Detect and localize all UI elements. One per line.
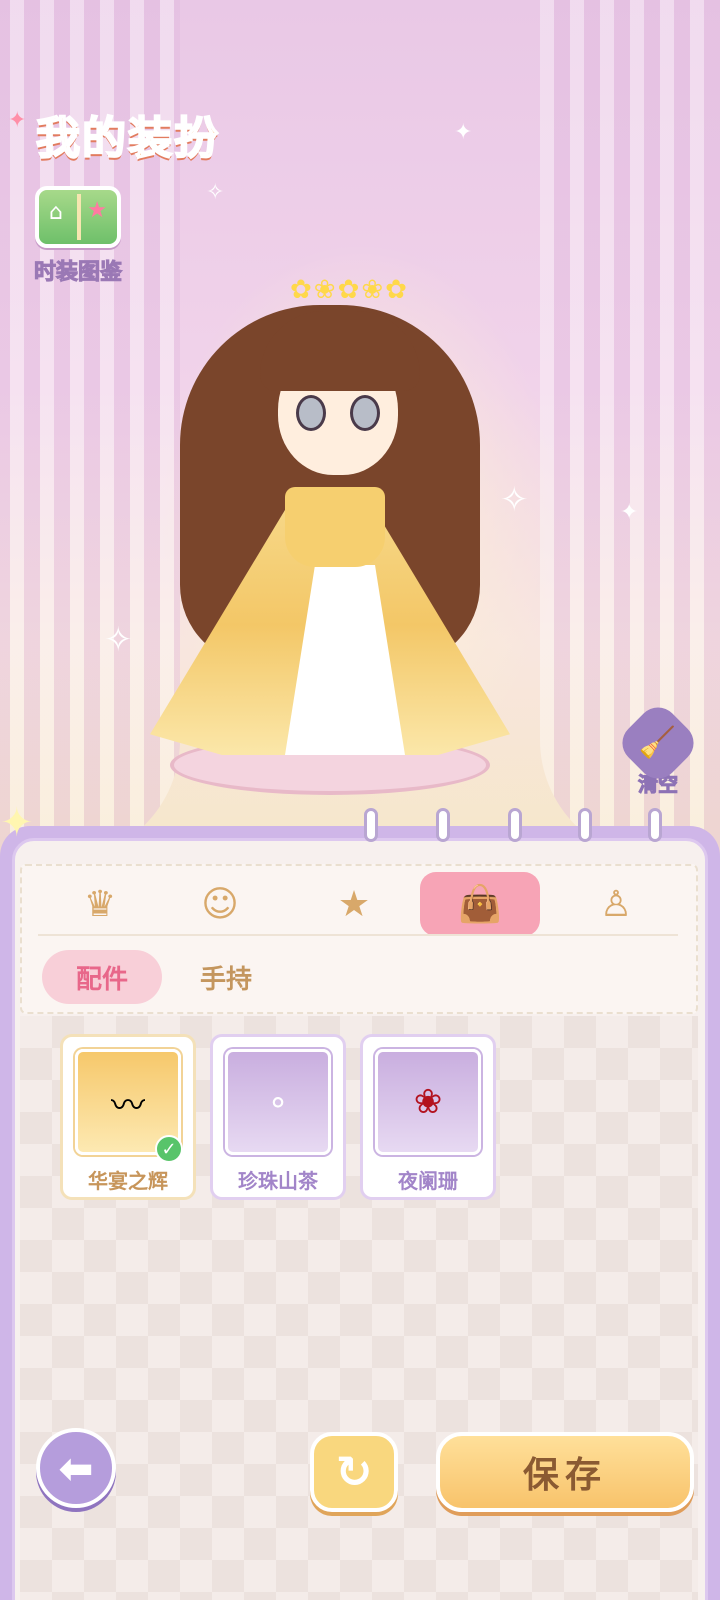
item-glyph: ❀ (413, 1082, 443, 1122)
item-glyph: 〰 (111, 1085, 145, 1126)
page-title: 我的装扮 (35, 112, 220, 165)
face-icon: ☺ (201, 883, 239, 925)
item-card[interactable]: 〰 ✓ 华宴之辉 (60, 1034, 196, 1200)
binder-ring (436, 808, 450, 842)
check-icon: ✓ (155, 1135, 183, 1163)
binder-ring (364, 808, 378, 842)
refresh-button[interactable]: ↻ (310, 1432, 398, 1512)
item-label: 珍珠山茶 (238, 1169, 318, 1193)
refresh-icon: ↻ (335, 1446, 373, 1498)
sparkle-icon: ✦ (620, 500, 639, 525)
binder-ring (648, 808, 662, 842)
subtab-handheld[interactable]: 手持 (166, 950, 286, 1004)
subtab-accessories[interactable]: 配件 (42, 950, 162, 1004)
sparkle-icon: ✦ (8, 108, 27, 133)
tab-accessory[interactable]: 👜 (420, 872, 540, 936)
dressing-stage: ✦ ✦ ✧ ✧ ✧ ✦ 我的装扮 ⌂ ★ 时装图鉴 ✿❀✿❀✿ 🧹 清空 (0, 0, 720, 860)
pearl-necklace-icon: ∘ (225, 1049, 331, 1155)
item-label: 华宴之辉 (88, 1169, 168, 1193)
item-label: 夜阑珊 (398, 1169, 458, 1193)
sparkle-icon: ✧ (206, 180, 225, 205)
avatar-eye (296, 395, 326, 431)
rose-necklace-icon: ❀ (375, 1049, 481, 1155)
handbag-icon: 👜 (457, 884, 503, 925)
tshirt-star-icon: ★ (337, 883, 371, 925)
tab-divider (38, 934, 678, 936)
item-card[interactable]: ❀ 夜阑珊 (360, 1034, 496, 1200)
avatar-character: ✿❀✿❀✿ (110, 265, 550, 805)
fashion-catalog-book-icon: ⌂ ★ (35, 186, 121, 248)
tab-face[interactable]: ☺ (160, 872, 280, 936)
avatar-bodice (285, 487, 385, 567)
dress-icon: ♙ (599, 883, 633, 925)
tab-dress[interactable]: ♙ (556, 872, 676, 936)
sparkle-icon: ✦ (0, 800, 34, 846)
binder-ring (578, 808, 592, 842)
sparkle-icon: ✦ (454, 120, 473, 145)
arrow-left-icon: ⬅ (58, 1443, 94, 1493)
tab-top[interactable]: ★ (294, 872, 414, 936)
avatar-eye (350, 395, 380, 431)
save-button[interactable]: 保存 (436, 1432, 694, 1512)
tab-hair[interactable]: ♛ (40, 872, 160, 936)
binder-ring (508, 808, 522, 842)
tiara-icon: ✿❀✿❀✿ (290, 275, 409, 305)
item-glyph: ∘ (267, 1082, 289, 1122)
back-button[interactable]: ⬅ (36, 1428, 116, 1508)
hair-silhouette-icon: ♛ (83, 883, 117, 925)
item-card[interactable]: ∘ 珍珠山茶 (210, 1034, 346, 1200)
clear-outfit-button[interactable]: 🧹 清空 (614, 699, 702, 797)
